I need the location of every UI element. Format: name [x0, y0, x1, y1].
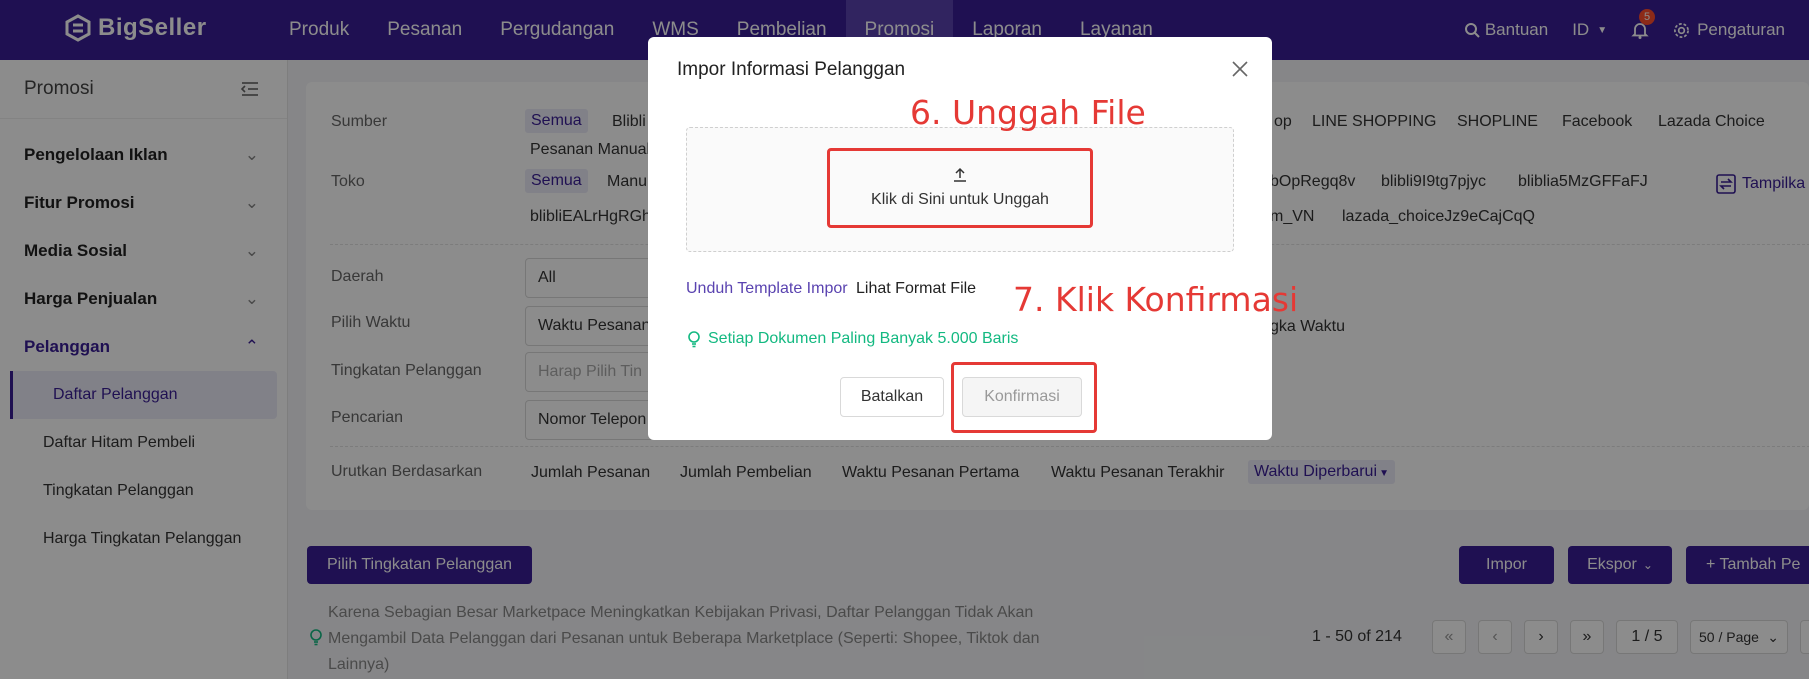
modal-title: Impor Informasi Pelanggan	[677, 59, 906, 80]
upload-button[interactable]: Klik di Sini untuk Unggah	[827, 148, 1093, 228]
upload-label: Klik di Sini untuk Unggah	[871, 191, 1049, 208]
upload-dropzone[interactable]: Klik di Sini untuk Unggah	[686, 127, 1234, 252]
tip-text: Setiap Dokumen Paling Banyak 5.000 Baris	[708, 330, 1019, 347]
confirm-highlight: Konfirmasi	[951, 362, 1097, 433]
upload-icon	[954, 167, 966, 182]
step-7-annotation: 7. Klik Konfirmasi	[1013, 280, 1299, 319]
step-6-annotation: 6. Unggah File	[910, 93, 1146, 132]
close-icon[interactable]	[1230, 59, 1250, 79]
max-rows-tip: Setiap Dokumen Paling Banyak 5.000 Baris	[686, 330, 1018, 348]
download-template-link[interactable]: Unduh Template Impor	[686, 280, 848, 297]
confirm-button[interactable]: Konfirmasi	[962, 377, 1082, 417]
template-links: Unduh Template Impor Lihat Format File	[686, 280, 976, 298]
import-modal: Impor Informasi Pelanggan Klik di Sini u…	[648, 37, 1298, 440]
view-format-link[interactable]: Lihat Format File	[856, 280, 976, 297]
lightbulb-icon	[688, 331, 700, 348]
cancel-button[interactable]: Batalkan	[840, 377, 944, 417]
